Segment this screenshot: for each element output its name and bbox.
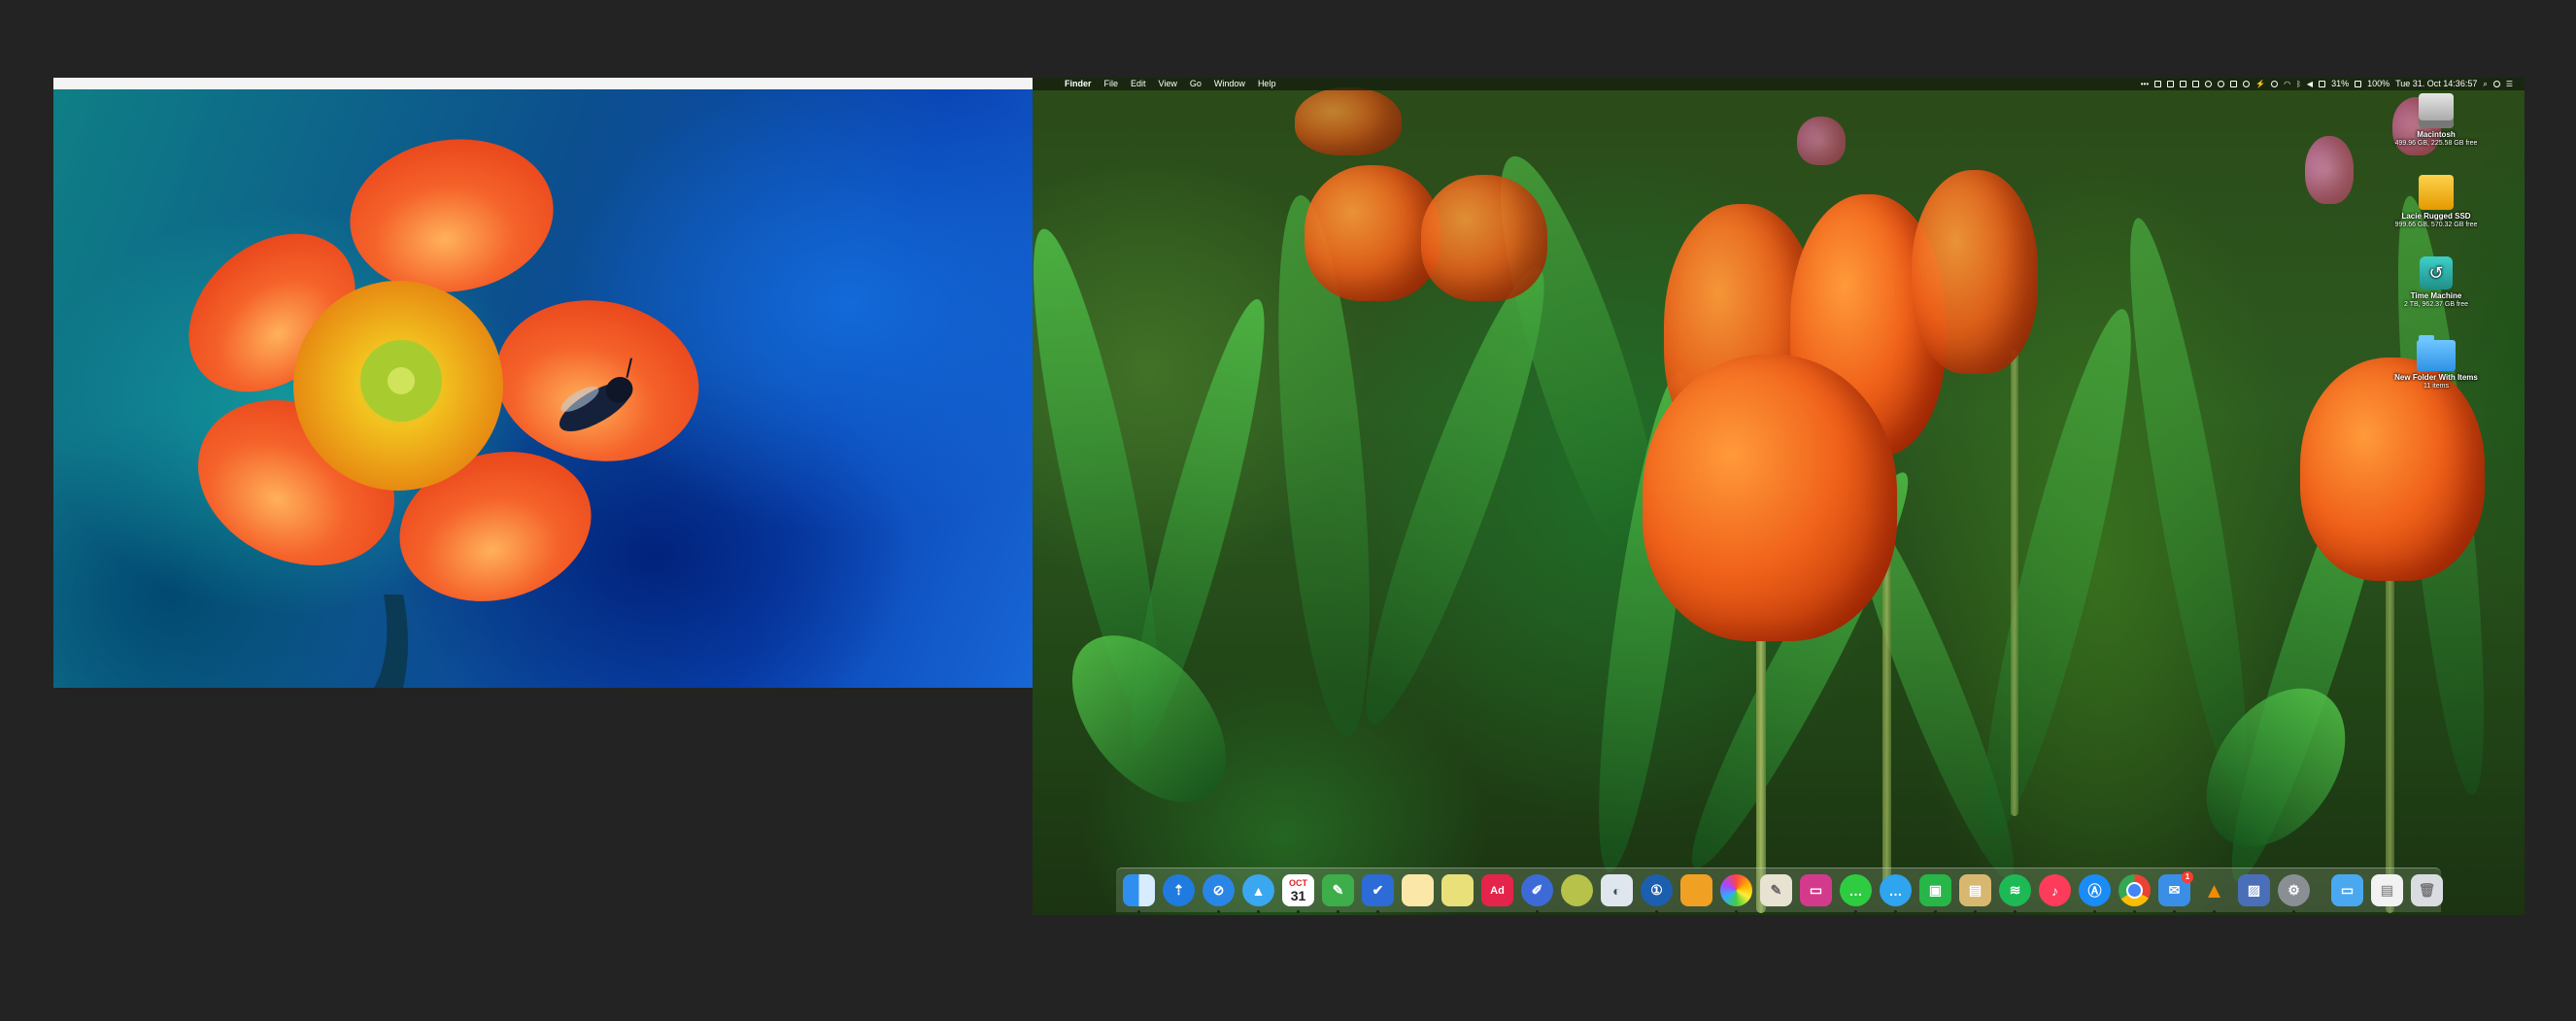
- battery-icon-b[interactable]: [2355, 81, 2362, 87]
- siri-icon[interactable]: [2492, 81, 2500, 87]
- dock-downloads-folder-icon[interactable]: ▭: [2331, 874, 2363, 906]
- flower-illustration: [188, 139, 699, 688]
- dock-launchpad-icon[interactable]: ⇡: [1163, 874, 1195, 906]
- wifi-icon[interactable]: ◠: [2284, 78, 2290, 90]
- dock-music-icon[interactable]: ♪: [2039, 874, 2071, 906]
- more-icon[interactable]: •••: [2141, 78, 2149, 90]
- airplay-icon[interactable]: [2167, 81, 2175, 87]
- dock-tasks-icon[interactable]: ✔: [1362, 874, 1394, 913]
- desktop-item-time-machine[interactable]: ↺ Time Machine 2 TB, 962.37 GB free: [2383, 256, 2490, 309]
- desktop-item-label: Lacie Rugged SSD: [2401, 212, 2471, 221]
- desktop-item-macintosh[interactable]: Macintosh 499.96 GB, 225.58 GB free: [2383, 93, 2490, 148]
- dock-notes-icon[interactable]: [1402, 874, 1434, 906]
- bluetooth-icon[interactable]: ᛒ: [2296, 78, 2301, 90]
- dock-acrobat-icon[interactable]: Ad: [1481, 874, 1513, 906]
- info-icon[interactable]: [2218, 81, 2225, 87]
- dock-facetime-icon[interactable]: ▣: [1919, 874, 1951, 913]
- desktop-item-detail: 11 items: [2423, 383, 2449, 390]
- dock-safari-icon[interactable]: ⊘: [1203, 874, 1235, 913]
- acrobat-label: Ad: [1490, 884, 1505, 897]
- chat-icon[interactable]: [2205, 81, 2213, 87]
- dock-spotify-icon[interactable]: ≋: [1999, 874, 2031, 913]
- photo-icon[interactable]: [2180, 81, 2187, 87]
- clipboard-icon[interactable]: [2243, 81, 2251, 87]
- desktop-item-new-folder[interactable]: New Folder With Items 11 items: [2383, 335, 2490, 391]
- desktop-wallpaper-tulips: [1033, 78, 2525, 915]
- dock-photos-icon[interactable]: [1720, 874, 1752, 913]
- battery-icon-a[interactable]: [2319, 81, 2326, 87]
- menubar-clock[interactable]: Tue 31. Oct 14:36:57: [2395, 78, 2477, 90]
- dock-navigation-icon[interactable]: ▲: [1242, 874, 1274, 913]
- dock: ⇡ ⊘ ▲ OCT 31 ✎ ✔ Ad ✐ ◐ ① ✎ ▭ … … ▣ ▤ ≋ ♪…: [1116, 868, 2443, 913]
- calendar-month: OCT: [1289, 877, 1307, 888]
- desktop-item-label: Time Machine: [2410, 291, 2462, 300]
- battery-percent-a: 31%: [2331, 79, 2350, 88]
- dock-screenshot-icon[interactable]: ▨: [2238, 874, 2270, 906]
- dock-pen-tool-icon[interactable]: ✐: [1521, 874, 1553, 913]
- menu-bar: Finder File Edit View Go Window Help •••…: [1033, 78, 2525, 90]
- status-menus: ••• ⚡ ◠ ᛒ ◀ 31% 100% Tue 31. Oct 14:36:5…: [2141, 78, 2525, 90]
- dock-chat-icon[interactable]: …: [1880, 874, 1912, 913]
- hard-drive-icon: [2419, 93, 2454, 128]
- grid-icon[interactable]: [2192, 81, 2200, 87]
- main-display: Finder File Edit View Go Window Help •••…: [1033, 78, 2525, 915]
- secondary-display: [53, 78, 1033, 688]
- menu-edit[interactable]: Edit: [1131, 78, 1146, 90]
- desktop-item-detail: 999.66 GB, 570.32 GB free: [2394, 221, 2478, 228]
- desktop-item-label: Macintosh: [2417, 130, 2456, 139]
- folder-icon: [2417, 335, 2456, 371]
- screens-icon[interactable]: [2154, 81, 2162, 87]
- calendar-day: 31: [1290, 887, 1306, 903]
- dock-1password-icon[interactable]: ①: [1641, 874, 1673, 913]
- bolt-icon[interactable]: ⚡: [2255, 78, 2265, 90]
- menu-help[interactable]: Help: [1258, 78, 1276, 90]
- dock-photo-app-icon[interactable]: [1680, 874, 1712, 906]
- menu-file[interactable]: File: [1104, 78, 1119, 90]
- dock-documents-stack-icon[interactable]: ▤: [2371, 874, 2403, 906]
- dock-imac-icon[interactable]: ▭: [1800, 874, 1832, 906]
- external-drive-icon: [2419, 175, 2454, 210]
- dock-leaf-icon[interactable]: [1561, 874, 1593, 906]
- dock-system-preferences-icon[interactable]: ⚙: [2278, 874, 2310, 913]
- dock-stickies-icon[interactable]: [1441, 874, 1474, 906]
- dock-textedit-icon[interactable]: ✎: [1760, 874, 1792, 906]
- menu-app-finder[interactable]: Finder: [1065, 78, 1092, 90]
- time-machine-icon: ↺: [2420, 256, 2453, 289]
- dock-evernote-icon[interactable]: ✎: [1322, 874, 1354, 913]
- dock-vlc-icon[interactable]: ▲: [2198, 874, 2230, 913]
- battery-percent-b: 100%: [2367, 79, 2390, 88]
- dock-calendar-icon[interactable]: OCT 31: [1282, 874, 1314, 913]
- mail-badge: 1: [2182, 871, 2193, 883]
- dock-finder-icon[interactable]: [1123, 874, 1155, 913]
- desktop-wallpaper-flower: [53, 89, 1033, 688]
- menu-window[interactable]: Window: [1214, 78, 1245, 90]
- dock-mail-utility-icon[interactable]: ✉ 1: [2158, 871, 2193, 913]
- menu-go[interactable]: Go: [1190, 78, 1202, 90]
- dock-chrome-icon[interactable]: [2118, 874, 2151, 913]
- desktop-item-detail: 2 TB, 962.37 GB free: [2403, 301, 2469, 308]
- volume-icon[interactable]: ◀: [2307, 78, 2313, 90]
- desktop-item-label: New Folder With Items: [2394, 373, 2478, 382]
- dock-app-store-icon[interactable]: Ⓐ: [2079, 874, 2111, 913]
- desktop-item-lacie-ssd[interactable]: Lacie Rugged SSD 999.66 GB, 570.32 GB fr…: [2383, 175, 2490, 229]
- dock-archive-icon[interactable]: ▤: [1959, 874, 1991, 913]
- calendar-icon[interactable]: [2230, 81, 2238, 87]
- time-machine-menu-icon[interactable]: [2271, 81, 2279, 87]
- secondary-menubar: [53, 78, 1033, 89]
- dock-messages-icon[interactable]: …: [1840, 874, 1872, 913]
- dock-preview-icon[interactable]: ◐: [1601, 874, 1633, 906]
- desktop-item-detail: 499.96 GB, 225.58 GB free: [2394, 140, 2478, 147]
- dock-trash-icon[interactable]: 🗑: [2411, 874, 2443, 906]
- spotlight-icon[interactable]: ⌕: [2483, 78, 2487, 90]
- menu-view[interactable]: View: [1159, 78, 1177, 90]
- notification-center-icon[interactable]: ☰: [2506, 78, 2513, 90]
